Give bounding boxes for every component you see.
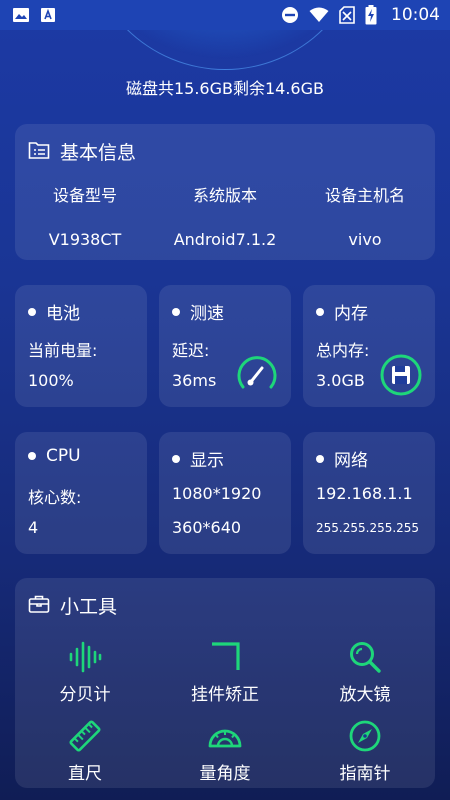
display-dp: 360*640 [172, 518, 242, 537]
system-version-value: Android7.1.2 [173, 230, 277, 249]
speed-card[interactable]: 测速 延迟: 36ms [159, 285, 291, 407]
tools-title: 小工具 [60, 596, 118, 618]
protractor-label: 量角度 [199, 764, 251, 784]
a-icon [40, 7, 56, 23]
tool-compass[interactable]: 指南针 [295, 719, 435, 784]
memory-card[interactable]: 内存 总内存: 3.0GB [303, 285, 435, 407]
status-time: 10:04 [391, 5, 440, 25]
display-title: 显示 [190, 451, 224, 471]
device-model-value: V1938CT [48, 230, 122, 249]
memory-value: 3.0GB [316, 371, 365, 390]
display-card[interactable]: 显示 1080*1920 360*640 [159, 432, 291, 554]
battery-value: 100% [28, 371, 74, 390]
no-sim-icon [339, 6, 355, 24]
memory-title: 内存 [334, 304, 368, 324]
hostname-value: vivo [348, 230, 382, 249]
tools-card: 小工具 分贝计 挂件矫正 放大镜 直尺 量角度 指南针 [15, 578, 435, 788]
tool-corner-level[interactable]: 挂件矫正 [155, 640, 295, 705]
corner-level-label: 挂件矫正 [191, 685, 259, 705]
bullet-dot [316, 307, 324, 316]
bullet-dot [28, 307, 36, 316]
bullet-dot [28, 452, 36, 460]
cpu-card[interactable]: CPU 核心数: 4 [15, 432, 147, 554]
cpu-title: CPU [46, 446, 81, 466]
tool-decibel-meter[interactable]: 分贝计 [15, 640, 155, 705]
memory-label: 总内存: [316, 341, 370, 360]
bullet-dot [172, 307, 180, 316]
basic-info-title: 基本信息 [60, 142, 137, 164]
magnifier-icon [350, 642, 381, 673]
speed-label: 延迟: [172, 341, 210, 360]
cpu-label: 核心数: [28, 488, 82, 507]
folder-list-icon [28, 140, 50, 164]
decibel-meter-icon [69, 641, 102, 673]
decibel-meter-label: 分贝计 [59, 685, 111, 705]
battery-title: 电池 [46, 304, 80, 324]
toolbox-icon [28, 594, 50, 618]
network-ip: 192.168.1.1 [316, 484, 413, 503]
do-not-disturb-icon [281, 6, 299, 24]
ruler-icon [69, 720, 101, 752]
network-mask: 255.255.255.255 [316, 521, 420, 535]
magnifier-label: 放大镜 [339, 685, 391, 705]
wifi-icon [309, 7, 329, 23]
battery-charging-icon [365, 5, 377, 25]
device-model-header: 设备型号 [52, 186, 117, 205]
speedometer-icon[interactable] [235, 353, 279, 397]
compass-icon [349, 720, 381, 752]
disk-summary: 磁盘共15.6GB剩余14.6GB [125, 79, 324, 98]
status-bar: 10:04 [0, 0, 450, 30]
bullet-dot [316, 454, 324, 463]
cpu-value: 4 [28, 518, 39, 537]
bullet-dot [172, 454, 180, 463]
system-version-header: 系统版本 [192, 186, 257, 205]
battery-label: 当前电量: [28, 341, 98, 360]
hostname-header: 设备主机名 [324, 186, 405, 205]
speed-title: 测速 [190, 304, 224, 324]
speed-value: 36ms [172, 371, 217, 390]
tool-magnifier[interactable]: 放大镜 [295, 640, 435, 705]
display-resolution: 1080*1920 [172, 484, 262, 503]
image-icon [12, 7, 30, 23]
tool-ruler[interactable]: 直尺 [15, 719, 155, 784]
battery-card[interactable]: 电池 当前电量: 100% [15, 285, 147, 407]
protractor-icon [208, 729, 242, 748]
ruler-label: 直尺 [68, 764, 102, 784]
network-title: 网络 [334, 451, 368, 471]
compass-label: 指南针 [339, 764, 391, 784]
floppy-disk-icon[interactable] [379, 353, 423, 397]
corner-level-icon [212, 642, 240, 670]
tool-protractor[interactable]: 量角度 [155, 719, 295, 784]
basic-info-card: 基本信息 设备型号 系统版本 设备主机名 V1938CT Android7.1.… [15, 124, 435, 260]
network-card[interactable]: 网络 192.168.1.1 255.255.255.255 [303, 432, 435, 554]
